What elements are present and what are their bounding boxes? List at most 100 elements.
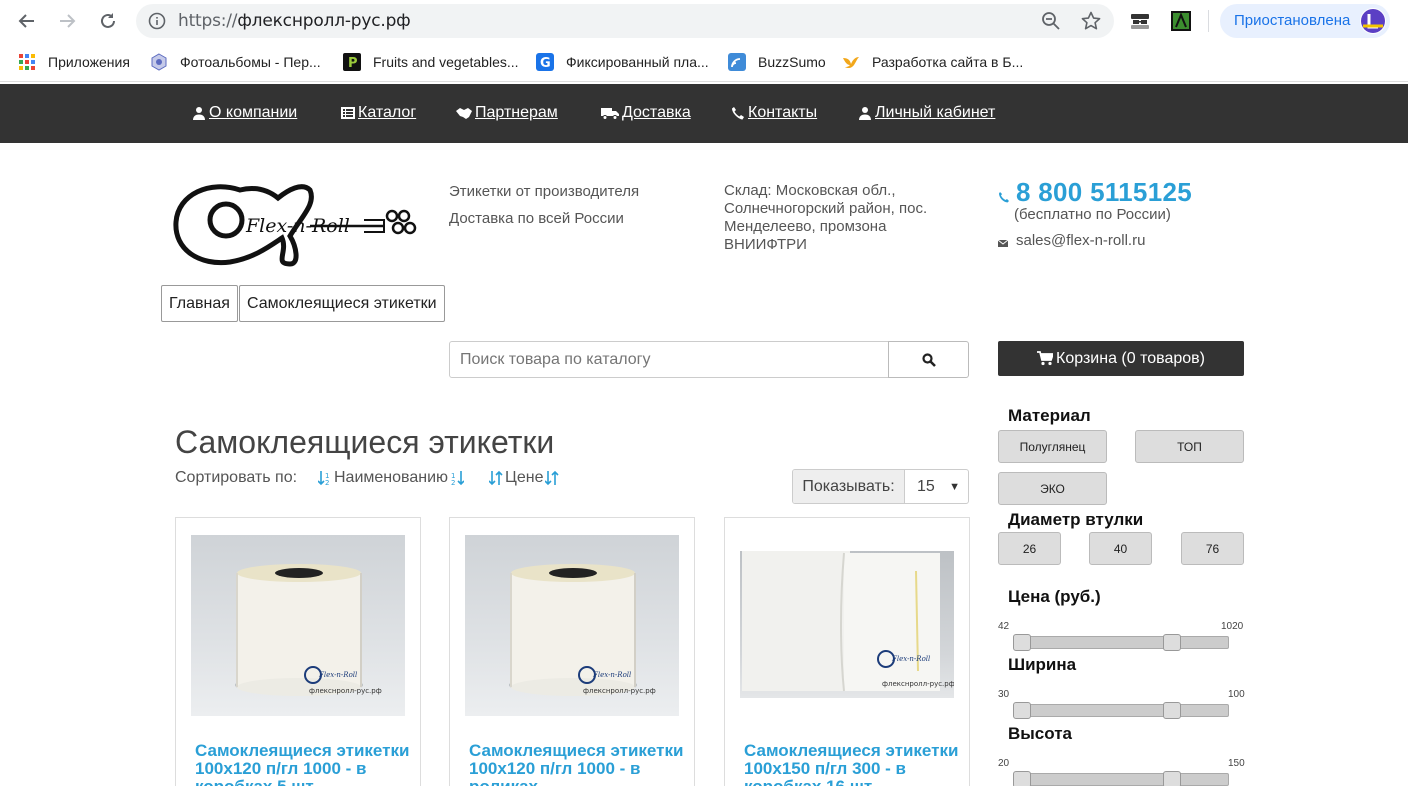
svg-text:G: G xyxy=(540,56,551,71)
photo-album-icon xyxy=(151,53,167,71)
bookmarks-bar: Приложения Фотоальбомы - Пер... P Fruits… xyxy=(0,42,1408,82)
user-icon xyxy=(193,107,205,120)
logo-text: Flex-n-Roll xyxy=(245,215,350,237)
filter-material-top[interactable]: ТОП xyxy=(1135,430,1244,463)
product-title[interactable]: Самоклеящиеся этикетки 100х150 п/гл 300 … xyxy=(744,742,959,786)
price-slider-max-handle[interactable] xyxy=(1163,634,1181,651)
product-title[interactable]: Самоклеящиеся этикетки 100х120 п/гл 1000… xyxy=(195,742,410,786)
warehouse-address: Склад: Московская обл., Солнечногорский … xyxy=(724,182,928,253)
zoom-out-icon[interactable] xyxy=(1041,11,1061,31)
handshake-icon xyxy=(456,108,472,119)
nav-label: Контакты xyxy=(748,104,818,121)
profile-button[interactable]: Приостановлена xyxy=(1220,4,1390,38)
svg-text:2: 2 xyxy=(325,479,329,486)
sort-by-name[interactable]: 12 Наименованию 12 xyxy=(318,469,465,487)
product-image[interactable]: Flex-n-Roll флекснролл-рус.рф xyxy=(465,535,679,716)
nav-partners[interactable]: Партнерам xyxy=(456,104,558,122)
product-image[interactable]: Flex-n-Roll флекснролл-рус.рф xyxy=(740,551,954,698)
g-logo-icon: G xyxy=(536,53,554,71)
bookmark-star-icon[interactable] xyxy=(1080,10,1102,32)
reload-icon xyxy=(101,13,115,28)
apps-grid-icon xyxy=(19,54,35,70)
sort-label: Сортировать по: xyxy=(175,469,298,486)
url-text[interactable]: https://флекснролл-рус.рф xyxy=(178,11,411,31)
bookmark-fixed-plan[interactable]: G Фиксированный пла... xyxy=(536,52,709,72)
bookmark-buzzsumo[interactable]: BuzzSumo xyxy=(728,52,826,72)
height-min: 20 xyxy=(998,758,1010,769)
forward-button[interactable] xyxy=(55,9,79,33)
label-roll-pair-image: Flex-n-Roll флекснролл-рус.рф xyxy=(742,551,954,692)
per-page-value-box[interactable]: 15 ▼ xyxy=(905,470,968,503)
filter-material-semigloss[interactable]: Полуглянец xyxy=(998,430,1107,463)
nav-contacts[interactable]: Контакты xyxy=(731,104,817,122)
nav-label: Личный кабинет xyxy=(875,104,996,121)
search-input[interactable] xyxy=(449,341,889,378)
reload-button[interactable] xyxy=(96,9,120,33)
bookmark-label: Фотоальбомы - Пер... xyxy=(180,54,321,70)
user-icon xyxy=(859,107,871,120)
sort-desc-icon xyxy=(545,470,560,486)
breadcrumb-home[interactable]: Главная xyxy=(161,285,238,322)
per-page-select[interactable]: Показывать: 15 ▼ xyxy=(792,469,969,504)
browser-toolbar: https://флекснролл-рус.рф Приостановлена xyxy=(0,0,1408,42)
bookmark-apps[interactable]: Приложения xyxy=(18,52,130,72)
filter-material-title: Материал xyxy=(1008,406,1091,425)
product-image[interactable]: Flex-n-Roll флекснролл-рус.рф xyxy=(191,535,405,716)
incognito-extension-icon[interactable] xyxy=(1129,10,1151,32)
bookmark-site-dev[interactable]: Разработка сайта в Б... xyxy=(842,52,1023,72)
product-card[interactable]: Flex-n-Roll флекснролл-рус.рф Самоклеящи… xyxy=(449,517,695,786)
bird-icon xyxy=(843,57,859,69)
phone-number[interactable]: 8 800 5115125 xyxy=(998,177,1192,208)
filter-core-76[interactable]: 76 xyxy=(1181,532,1244,565)
green-extension-icon[interactable] xyxy=(1170,10,1192,32)
sort-price-label: Цене xyxy=(505,469,544,486)
width-min: 30 xyxy=(998,689,1010,700)
buzzsumo-icon xyxy=(728,53,746,71)
site-logo[interactable]: Flex-n-Roll xyxy=(170,176,426,270)
nav-label: О компании xyxy=(209,104,298,121)
url-host: флекснролл-рус.рф xyxy=(237,11,411,31)
width-slider[interactable] xyxy=(1013,702,1229,719)
cart-button[interactable]: Корзина (0 товаров) xyxy=(998,341,1244,376)
breadcrumb-labels[interactable]: Самоклеящиеся этикетки xyxy=(239,285,445,322)
truck-icon xyxy=(601,108,619,120)
width-slider-min-handle[interactable] xyxy=(1013,702,1031,719)
tagline-manufacturer: Этикетки от производителя xyxy=(449,183,640,200)
sort-numeric-asc-icon: 12 xyxy=(318,471,329,486)
bookmark-fruits[interactable]: P Fruits and vegetables... xyxy=(343,52,519,72)
info-icon[interactable] xyxy=(148,12,166,30)
bookmark-photo-albums[interactable]: Фотоальбомы - Пер... xyxy=(150,52,321,72)
height-slider-min-handle[interactable] xyxy=(1013,771,1031,786)
height-slider-max-handle[interactable] xyxy=(1163,771,1181,786)
nav-label: Партнерам xyxy=(475,104,558,121)
height-slider[interactable] xyxy=(1013,771,1229,786)
sort-by-price[interactable]: Цене xyxy=(489,469,560,487)
search-button[interactable] xyxy=(888,341,969,378)
price-slider[interactable] xyxy=(1013,634,1229,651)
product-title[interactable]: Самоклеящиеся этикетки 100х120 п/гл 1000… xyxy=(469,742,684,786)
width-slider-max-handle[interactable] xyxy=(1163,702,1181,719)
width-max: 100 xyxy=(1228,689,1245,700)
filter-core-40[interactable]: 40 xyxy=(1089,532,1152,565)
svg-text:Flex-n-Roll: Flex-n-Roll xyxy=(318,671,357,679)
nav-delivery[interactable]: Доставка xyxy=(601,104,691,122)
product-watermark: флекснролл-рус.рф xyxy=(309,687,382,695)
bookmark-label: Приложения xyxy=(48,54,130,70)
filter-width-title: Ширина xyxy=(1008,655,1077,674)
filter-core-26[interactable]: 26 xyxy=(998,532,1061,565)
product-card[interactable]: Flex-n-Roll флекснролл-рус.рф Самоклеящи… xyxy=(175,517,421,786)
nav-about[interactable]: О компании xyxy=(192,104,297,122)
price-slider-min-handle[interactable] xyxy=(1013,634,1031,651)
back-button[interactable] xyxy=(15,9,39,33)
nav-catalog[interactable]: Каталог xyxy=(341,104,416,122)
email-link[interactable]: sales@flex-n-roll.ru xyxy=(998,232,1145,249)
filter-material-eco[interactable]: ЭКО xyxy=(998,472,1107,505)
product-card[interactable]: Flex-n-Roll флекснролл-рус.рф Самоклеящи… xyxy=(724,517,970,786)
site-navigation: О компании Каталог Партнерам Доставка Ко… xyxy=(0,84,1408,143)
sort-numeric-desc-icon: 12 xyxy=(451,471,465,486)
url-scheme: https:// xyxy=(178,11,238,31)
nav-account[interactable]: Личный кабинет xyxy=(858,104,995,122)
address-bar[interactable]: https://флекснролл-рус.рф xyxy=(136,4,1114,38)
cart-icon xyxy=(1037,351,1054,366)
p-badge-icon: P xyxy=(343,53,361,71)
